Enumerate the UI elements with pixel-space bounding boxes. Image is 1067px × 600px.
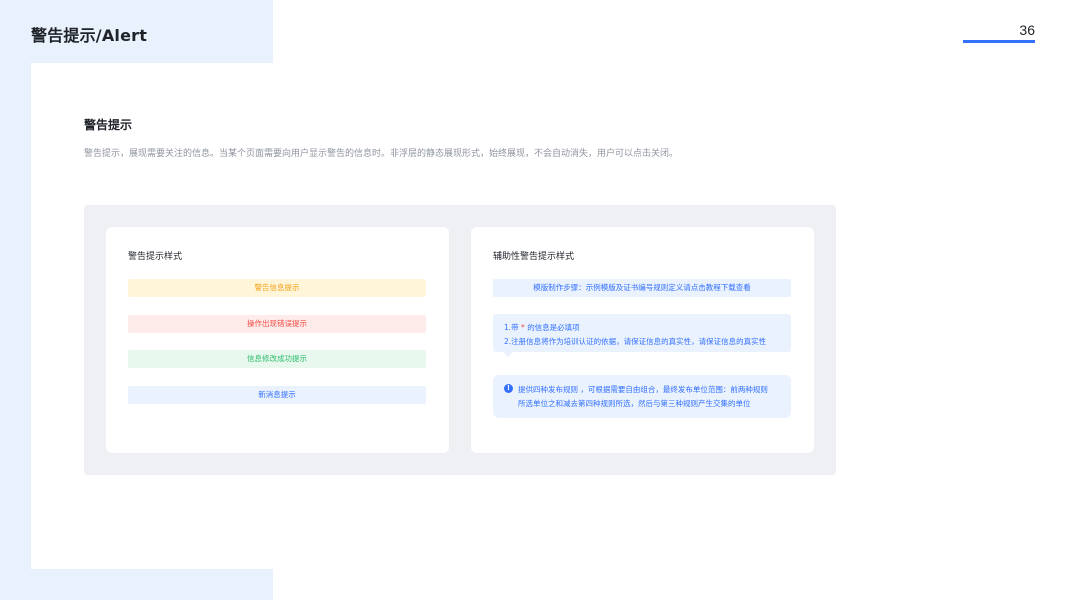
template-steps-alert[interactable]: 模版制作步骤：示例模版及证书编号规则定义请点击教程下载查看 (493, 279, 791, 297)
examples-panel: 警告提示样式 警告信息提示 操作出现错误提示 信息修改成功提示 新消息提示 辅助… (84, 205, 836, 475)
card-title: 警告提示样式 (128, 252, 183, 262)
notice-line-1: 1.带 * 的信息是必填项 (504, 321, 791, 335)
info-alert[interactable]: 新消息提示 (128, 386, 426, 404)
notice-line-1-prefix: 1.带 (504, 323, 519, 332)
card-title: 辅助性警告提示样式 (493, 252, 575, 262)
page-number: 36 (1019, 22, 1035, 38)
notice-line-2: 2.注册信息将作为培训认证的依据，请保证信息的真实性，请保证信息的真实性 (504, 337, 767, 346)
content-area: 警告提示 警告提示，展现需要关注的信息。当某个页面需要向用户显示警告的信息时。非… (31, 63, 1067, 569)
page-title: 警告提示/Alert (31, 26, 148, 45)
rules-line-1: 提供四种发布规则 ，可根据需要自由组合，最终发布单位范围：前两种规则 (518, 385, 768, 394)
info-icon: ! (504, 384, 513, 393)
section-description: 警告提示，展现需要关注的信息。当某个页面需要向用户显示警告的信息时。非浮层的静态… (84, 149, 679, 159)
page-number-underline (963, 40, 1035, 43)
rules-line-2: 所选单位之和减去第四种规则所选，然后与第三种规则产生交集的单位 (518, 399, 751, 408)
registration-notice-alert: 1.带 * 的信息是必填项 2.注册信息将作为培训认证的依据，请保证信息的真实性… (493, 314, 791, 357)
notice-line-1-suffix: 的信息是必填项 (527, 323, 580, 332)
section-title: 警告提示 (84, 118, 133, 132)
required-star: * (521, 323, 525, 332)
assist-alert-styles-card: 辅助性警告提示样式 模版制作步骤：示例模版及证书编号规则定义请点击教程下载查看 … (471, 227, 814, 453)
error-alert[interactable]: 操作出现错误提示 (128, 315, 426, 333)
warning-alert[interactable]: 警告信息提示 (128, 279, 426, 297)
alert-styles-card: 警告提示样式 警告信息提示 操作出现错误提示 信息修改成功提示 新消息提示 (106, 227, 449, 453)
bubble-tail (503, 352, 513, 357)
publish-rules-alert: ! 提供四种发布规则 ，可根据需要自由组合，最终发布单位范围：前两种规则 所选单… (493, 375, 791, 418)
success-alert[interactable]: 信息修改成功提示 (128, 350, 426, 368)
